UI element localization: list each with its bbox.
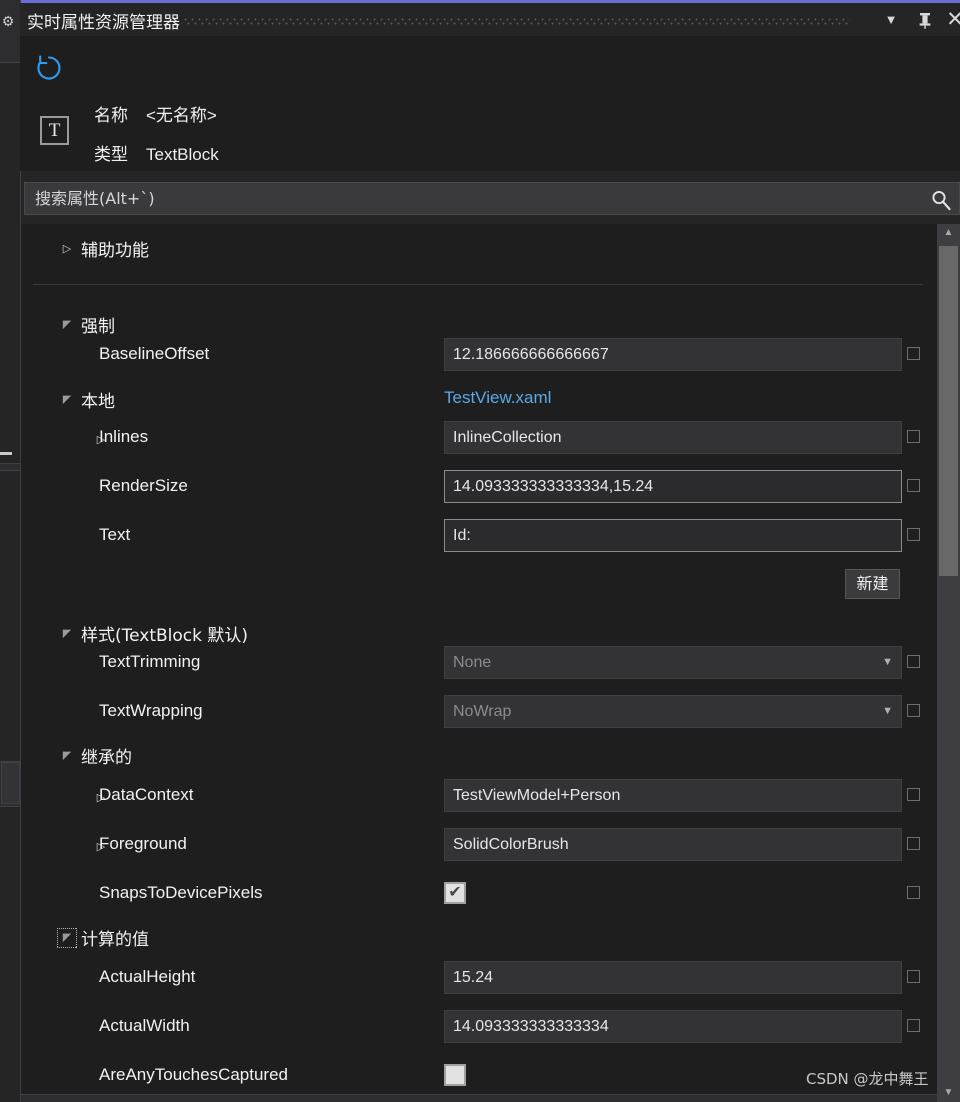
- new-button[interactable]: 新建: [845, 569, 900, 599]
- property-value-field[interactable]: 12.186666666666667: [444, 338, 902, 371]
- element-name-row: 名称 <无名称>: [94, 101, 217, 126]
- expander-expanded-icon[interactable]: ◢: [59, 626, 75, 642]
- refresh-icon[interactable]: [33, 52, 65, 84]
- property-label: ActualWidth: [99, 1016, 190, 1035]
- property-modified-marker[interactable]: [907, 970, 920, 983]
- property-modified-marker[interactable]: [907, 788, 920, 801]
- property-modified-marker[interactable]: [907, 837, 920, 850]
- property-label: ActualHeight: [99, 967, 196, 986]
- property-label: DataContext: [99, 785, 194, 804]
- ide-tab-stub[interactable]: [1, 762, 20, 804]
- search-icon[interactable]: [929, 188, 953, 212]
- search-input[interactable]: [33, 188, 897, 209]
- property-modified-marker[interactable]: [907, 479, 920, 492]
- property-label: BaselineOffset: [99, 344, 210, 363]
- property-list[interactable]: ▷ 辅助功能 ◢ 强制 BaselineOffset 12.186666666666667…: [21, 224, 937, 1102]
- vertical-scrollbar[interactable]: ▲ ▼: [937, 224, 960, 1102]
- property-row[interactable]: ▷ Inlines InlineCollection: [21, 420, 937, 469]
- property-row[interactable]: ActualHeight 15.24: [21, 960, 937, 1009]
- drag-grip[interactable]: [182, 16, 850, 27]
- element-type-label: 类型: [94, 145, 128, 165]
- expander-expanded-icon[interactable]: ◢: [59, 392, 75, 408]
- element-type-icon: T: [40, 116, 69, 145]
- source-file-link[interactable]: TestView.xaml: [444, 388, 551, 408]
- expander-collapsed-icon[interactable]: ▷: [59, 241, 75, 257]
- property-label: 继承的: [81, 748, 132, 768]
- property-row[interactable]: RenderSize 14.093333333333334,15.24: [21, 469, 937, 518]
- expander-expanded-icon[interactable]: ◢: [59, 317, 75, 333]
- property-value-combobox[interactable]: None ▼: [444, 646, 902, 679]
- gear-icon[interactable]: ⚙: [1, 12, 15, 30]
- watermark: CSDN @龙中舞王: [806, 1070, 929, 1088]
- property-label: 样式(TextBlock 默认): [81, 626, 249, 646]
- property-modified-marker[interactable]: [907, 430, 920, 443]
- ide-left-strip: ⚙: [0, 0, 20, 1102]
- property-label: Text: [99, 525, 131, 544]
- property-row[interactable]: TextTrimming None ▼: [21, 645, 937, 694]
- property-label: 辅助功能: [81, 241, 149, 261]
- page-title: 实时属性资源管理器: [27, 13, 180, 33]
- property-row[interactable]: BaselineOffset 12.186666666666667: [21, 337, 937, 386]
- property-modified-marker[interactable]: [907, 655, 920, 668]
- property-value-field[interactable]: 15.24: [444, 961, 902, 994]
- checkbox-unchecked[interactable]: [444, 1064, 466, 1086]
- property-label: AreAnyTouchesCaptured: [99, 1065, 289, 1084]
- property-modified-marker[interactable]: [907, 886, 920, 899]
- checkbox-checked[interactable]: ✔: [444, 882, 466, 904]
- chevron-down-icon[interactable]: ▼: [877, 7, 905, 33]
- property-value-field[interactable]: SolidColorBrush: [444, 828, 902, 861]
- property-label: RenderSize: [99, 476, 188, 495]
- property-row[interactable]: Text Id:: [21, 518, 937, 567]
- property-modified-marker[interactable]: [907, 347, 920, 360]
- property-value-field[interactable]: TestViewModel+Person: [444, 779, 902, 812]
- property-value-combobox[interactable]: NoWrap ▼: [444, 695, 902, 728]
- property-label: TextWrapping: [99, 701, 203, 720]
- ide-splitter-handle[interactable]: [0, 452, 12, 455]
- property-label: 计算的值: [81, 930, 149, 950]
- element-header: T 名称 <无名称> 类型 TextBlock: [20, 36, 960, 171]
- element-type-row: 类型 TextBlock: [94, 140, 219, 165]
- ide-panel-segment: [0, 470, 20, 762]
- property-label: 本地: [81, 392, 115, 412]
- property-modified-marker[interactable]: [907, 1019, 920, 1032]
- chevron-down-icon[interactable]: ▼: [882, 696, 893, 727]
- title-bar[interactable]: 实时属性资源管理器 ▼ ✕: [20, 3, 960, 36]
- ide-panel-segment: [0, 62, 20, 464]
- search-bar[interactable]: [24, 182, 960, 215]
- property-value-field[interactable]: 14.093333333333334: [444, 1010, 902, 1043]
- ide-panel-segment: [0, 806, 20, 1102]
- property-group-row[interactable]: ▷ 辅助功能: [21, 229, 937, 278]
- property-label: TextTrimming: [99, 652, 201, 671]
- property-row[interactable]: ▷ DataContext TestViewModel+Person: [21, 778, 937, 827]
- property-modified-marker[interactable]: [907, 704, 920, 717]
- pin-icon[interactable]: [911, 7, 939, 33]
- window-bottom-edge: [21, 1094, 937, 1102]
- property-value-field[interactable]: InlineCollection: [444, 421, 902, 454]
- expander-expanded-icon[interactable]: ◢: [57, 928, 77, 948]
- property-value-field[interactable]: Id:: [444, 519, 902, 552]
- section-divider: [33, 284, 923, 285]
- element-type-value: TextBlock: [146, 145, 219, 164]
- chevron-down-icon[interactable]: ▼: [882, 647, 893, 678]
- live-property-explorer-window: ⚙ 实时属性资源管理器 ▼ ✕ T 名称 <无名称> 类型 TextBlock …: [0, 0, 960, 1102]
- scroll-up-arrow-icon[interactable]: ▲: [937, 224, 960, 242]
- scroll-down-arrow-icon[interactable]: ▼: [937, 1084, 960, 1102]
- expander-expanded-icon[interactable]: ◢: [59, 748, 75, 764]
- scrollbar-thumb[interactable]: [939, 246, 958, 576]
- property-label: Inlines: [99, 427, 149, 446]
- property-row[interactable]: ActualWidth 14.093333333333334: [21, 1009, 937, 1058]
- property-label: 强制: [81, 317, 115, 337]
- element-name-value: <无名称>: [146, 106, 217, 125]
- element-name-label: 名称: [94, 106, 128, 126]
- property-value-field[interactable]: 14.093333333333334,15.24: [444, 470, 902, 503]
- property-label: Foreground: [99, 834, 187, 853]
- close-icon[interactable]: ✕: [941, 7, 960, 33]
- property-modified-marker[interactable]: [907, 528, 920, 541]
- property-row[interactable]: ▷ Foreground SolidColorBrush: [21, 827, 937, 876]
- property-label: SnapsToDevicePixels: [99, 883, 263, 902]
